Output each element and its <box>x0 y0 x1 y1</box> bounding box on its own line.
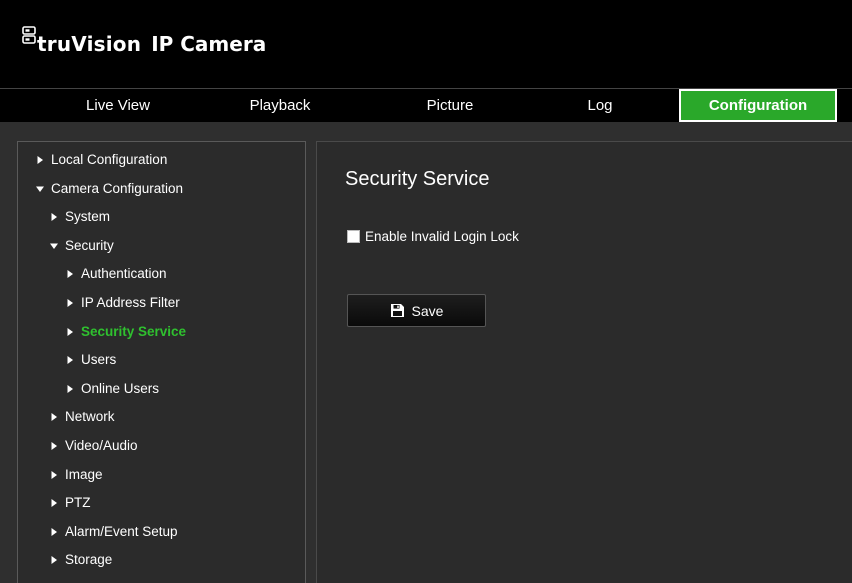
main-nav: Live View Playback Picture Log Configura… <box>0 88 852 122</box>
sidebar-item-network[interactable]: Network <box>49 406 115 428</box>
caret-right-icon <box>67 299 73 307</box>
caret-right-icon <box>67 270 73 279</box>
sidebar-item-label: Video/Audio <box>65 438 138 453</box>
content-panel: Security Service Enable Invalid Login Lo… <box>316 141 852 583</box>
invalid-login-lock-option[interactable]: Enable Invalid Login Lock <box>347 229 519 244</box>
sidebar-item-label: Users <box>81 352 117 368</box>
save-icon <box>390 304 404 317</box>
sidebar-item-security-service[interactable]: Security Service <box>65 321 186 343</box>
sidebar-item-storage[interactable]: Storage <box>49 549 112 571</box>
sidebar-item-security[interactable]: Security <box>49 235 114 257</box>
sidebar-item-alarm-event-setup[interactable]: Alarm/Event Setup <box>49 521 178 543</box>
caret-right-icon <box>51 556 57 565</box>
sidebar-item-authentication[interactable]: Authentication <box>65 263 167 285</box>
sidebar-item-video-audio[interactable]: Video/Audio <box>49 435 138 457</box>
caret-right-icon <box>51 499 57 508</box>
caret-right-icon <box>37 156 43 164</box>
tab-picture[interactable]: Picture <box>395 89 505 122</box>
sidebar-item-label: Network <box>65 409 115 425</box>
sidebar-item-online-users[interactable]: Online Users <box>65 378 159 400</box>
tab-playback[interactable]: Playback <box>220 89 340 122</box>
page-title: Security Service <box>345 168 490 190</box>
invalid-login-lock-checkbox[interactable] <box>347 230 360 243</box>
invalid-login-lock-label: Enable Invalid Login Lock <box>365 229 519 244</box>
tab-log[interactable]: Log <box>560 89 640 122</box>
logo: truVision IP Camera <box>22 26 266 56</box>
camera-logo-icon <box>22 26 36 44</box>
sidebar-item-label: Online Users <box>81 380 160 396</box>
sidebar-item-label: System <box>65 209 111 225</box>
sidebar-item-label: Camera Configuration <box>51 180 184 196</box>
app-window: truVision IP Camera Live View Playback P… <box>0 0 852 583</box>
config-tree: Local Configuration Camera Configuration S… <box>17 141 306 583</box>
caret-down-icon <box>36 186 44 192</box>
brand-name: truVision <box>37 32 142 56</box>
sidebar-item-local-configuration[interactable]: Local Configuration <box>35 149 167 171</box>
header-bar: truVision IP Camera <box>0 0 852 88</box>
sidebar-item-label: Storage <box>65 552 113 568</box>
product-name: IP Camera <box>151 32 267 56</box>
sidebar-item-label: Authentication <box>81 266 167 282</box>
sidebar-item-label: Security <box>65 237 114 253</box>
caret-right-icon <box>67 384 73 393</box>
tab-configuration[interactable]: Configuration <box>679 89 837 122</box>
sidebar-item-label: Security Service <box>81 323 187 339</box>
caret-right-icon <box>51 470 57 479</box>
caret-right-icon <box>67 327 73 336</box>
tab-live-view[interactable]: Live View <box>58 89 178 122</box>
sidebar-item-label: Local Configuration <box>51 152 168 167</box>
sidebar-item-image[interactable]: Image <box>49 464 103 486</box>
caret-right-icon <box>51 442 57 450</box>
sidebar-item-label: IP Address Filter <box>81 295 180 310</box>
caret-right-icon <box>67 356 73 365</box>
sidebar-item-label: Image <box>65 466 103 482</box>
sidebar-item-camera-configuration[interactable]: Camera Configuration <box>35 178 183 200</box>
sidebar-item-system[interactable]: System <box>49 206 110 228</box>
sidebar-item-label: PTZ <box>65 495 91 511</box>
caret-right-icon <box>51 527 57 536</box>
sidebar-item-ip-address-filter[interactable]: IP Address Filter <box>65 292 180 314</box>
caret-right-icon <box>51 413 57 422</box>
sidebar-item-users[interactable]: Users <box>65 349 116 371</box>
sidebar-item-ptz[interactable]: PTZ <box>49 492 91 514</box>
save-button-label: Save <box>411 302 444 319</box>
sidebar-item-label: Alarm/Event Setup <box>65 523 178 539</box>
caret-right-icon <box>51 213 57 222</box>
caret-down-icon <box>50 243 58 249</box>
save-button[interactable]: Save <box>347 294 486 327</box>
